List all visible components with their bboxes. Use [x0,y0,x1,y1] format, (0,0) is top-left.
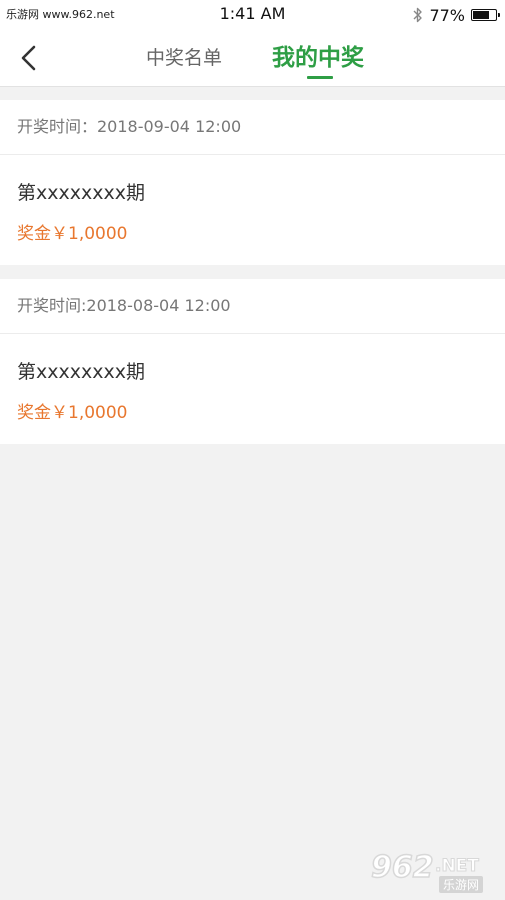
period-number: 第xxxxxxxx期 [17,361,145,383]
draw-time: 开奖时间：2018-09-04 12:00 [0,100,505,155]
win-record-card[interactable]: 开奖时间:2018-08-04 12:00 第xxxxxxxx期 奖金￥1,00… [0,279,505,444]
tab-winner-list[interactable]: 中奖名单 [146,42,222,74]
status-indicators: 77% [413,4,500,26]
watermark-text: 乐游网 [439,876,484,893]
period-number: 第xxxxxxxx期 [17,182,145,204]
status-bar: 乐游网 www.962.net 1:41 AM 77% [0,0,505,30]
tab-my-wins[interactable]: 我的中奖 [272,42,364,74]
nav-bar: 中奖名单 我的中奖 [0,30,505,87]
site-watermark-logo: 962 .NET 乐游网 [365,849,497,894]
battery-level [473,11,489,19]
battery-percent: 77% [429,5,465,25]
watermark-number: 962 [370,849,434,886]
watermark-suffix: .NET [435,856,480,877]
chevron-left-icon [21,45,36,71]
back-button[interactable] [14,42,46,74]
draw-time: 开奖时间:2018-08-04 12:00 [0,279,505,334]
battery-icon [471,9,500,21]
prize-amount: 奖金￥1,0000 [17,403,128,423]
active-tab-indicator [307,76,333,79]
bluetooth-icon [413,7,423,23]
prize-amount: 奖金￥1,0000 [17,224,128,244]
win-record-card[interactable]: 开奖时间：2018-09-04 12:00 第xxxxxxxx期 奖金￥1,00… [0,100,505,265]
